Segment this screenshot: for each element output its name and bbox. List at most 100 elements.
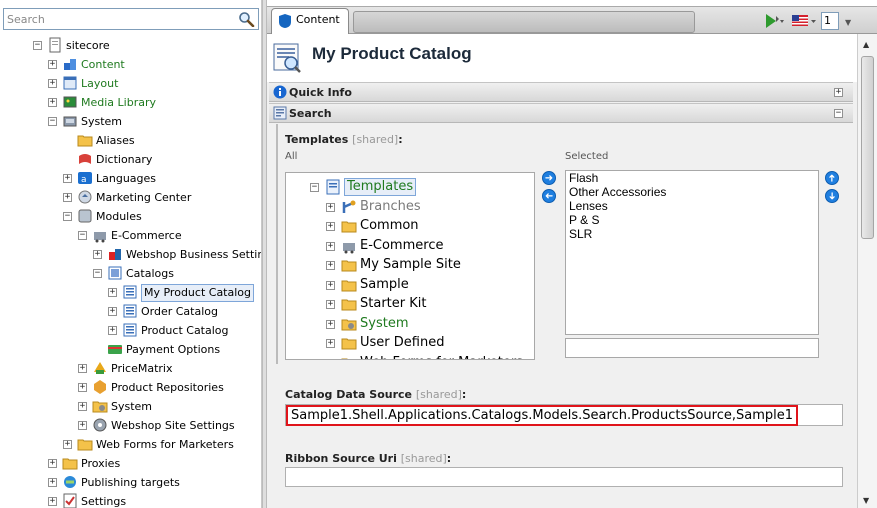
template-tree-node[interactable]: + Sample: [286, 275, 534, 294]
section-search[interactable]: Search −: [269, 103, 853, 123]
expand-icon[interactable]: +: [326, 339, 335, 348]
template-tree-node[interactable]: + Common: [286, 216, 534, 235]
tree-node[interactable]: + Product Catalog: [0, 321, 261, 340]
expand-icon[interactable]: +: [326, 280, 335, 290]
scroll-down-icon[interactable]: ▼: [863, 496, 869, 505]
expand-icon[interactable]: +: [326, 319, 335, 329]
selected-filter-input[interactable]: [565, 338, 819, 358]
expand-icon[interactable]: +: [48, 98, 57, 107]
expand-icon[interactable]: +: [63, 193, 72, 202]
tree-node[interactable]: + a Languages: [0, 169, 261, 188]
expand-icon[interactable]: +: [108, 326, 117, 335]
expand-icon[interactable]: +: [48, 79, 57, 88]
tree-node[interactable]: + Content: [0, 55, 261, 74]
tree-node[interactable]: + Layout: [0, 74, 261, 93]
template-tree-node[interactable]: + Web Forms for Marketers: [286, 353, 534, 359]
template-tree-node[interactable]: + My Sample Site: [286, 255, 534, 274]
collapse-icon[interactable]: −: [48, 117, 57, 126]
search-icon[interactable]: [238, 11, 255, 28]
collapse-icon[interactable]: −: [834, 109, 843, 118]
expand-icon[interactable]: +: [78, 383, 87, 392]
folder-icon: [341, 355, 357, 359]
expand-icon[interactable]: +: [48, 478, 57, 487]
template-tree-node[interactable]: + User Defined: [286, 333, 534, 352]
tree-node[interactable]: − System: [0, 112, 261, 131]
editor-scrollbar[interactable]: ▲ ▼: [857, 34, 877, 508]
chevron-down-icon[interactable]: ▼: [845, 18, 851, 27]
tree-node[interactable]: + Proxies: [0, 454, 261, 473]
collapse-icon[interactable]: −: [33, 41, 42, 50]
tree-node-label: sitecore: [66, 39, 110, 52]
tree-node[interactable]: − E-Commerce: [0, 226, 261, 245]
tree-node[interactable]: + My Product Catalog: [0, 283, 261, 302]
expand-icon[interactable]: +: [78, 364, 87, 373]
tree-node[interactable]: + Web Forms for Marketers: [0, 435, 261, 454]
expand-icon[interactable]: +: [93, 250, 102, 259]
tree-node[interactable]: − Modules: [0, 207, 261, 226]
expand-icon[interactable]: +: [326, 358, 335, 359]
catalog-data-source-input[interactable]: Sample1.Shell.Applications.Catalogs.Mode…: [285, 404, 843, 426]
expand-icon[interactable]: +: [63, 440, 72, 449]
tree-node[interactable]: + Media Library: [0, 93, 261, 112]
expand-icon[interactable]: +: [834, 88, 843, 97]
expand-icon[interactable]: +: [78, 421, 87, 430]
tree-node[interactable]: − Catalogs: [0, 264, 261, 283]
tree-search-input[interactable]: [7, 11, 232, 27]
collapse-icon[interactable]: −: [78, 231, 87, 240]
expand-icon[interactable]: +: [48, 497, 57, 506]
tree-node[interactable]: + Publishing targets: [0, 473, 261, 492]
tab-content[interactable]: Content: [271, 8, 349, 34]
template-tree-node[interactable]: + Starter Kit: [286, 294, 534, 313]
collapse-icon[interactable]: −: [93, 269, 102, 278]
tree-node[interactable]: + Order Catalog: [0, 302, 261, 321]
selected-item[interactable]: Other Accessories: [566, 185, 818, 199]
selected-list[interactable]: Flash Other Accessories Lenses P & S SLR: [565, 170, 819, 335]
template-tree-node[interactable]: − Templates: [286, 177, 534, 196]
expand-icon[interactable]: +: [326, 222, 335, 231]
expand-icon[interactable]: +: [78, 402, 87, 411]
arrow-right-icon[interactable]: ➜: [542, 171, 556, 185]
tree-node[interactable]: Aliases: [0, 131, 261, 150]
tree-node[interactable]: + System: [0, 397, 261, 416]
scroll-up-icon[interactable]: ▲: [863, 40, 869, 49]
system-folder-icon: [341, 316, 357, 332]
scrollbar-thumb[interactable]: [861, 56, 874, 239]
flag-icon[interactable]: [791, 12, 817, 33]
expand-icon[interactable]: +: [108, 288, 117, 297]
language-version-dropdown[interactable]: 1: [821, 12, 839, 30]
section-quick-info[interactable]: Quick Info +: [269, 82, 853, 102]
template-tree-node[interactable]: + E-Commerce: [286, 236, 534, 255]
tree-node[interactable]: + Settings: [0, 492, 261, 508]
selected-item[interactable]: P & S: [566, 213, 818, 227]
arrow-left-icon[interactable]: ➜: [542, 189, 556, 203]
tree-node[interactable]: + Webshop Business Setting: [0, 245, 261, 264]
navigate-icon[interactable]: [763, 12, 785, 33]
tree-node[interactable]: + Marketing Center: [0, 188, 261, 207]
expand-icon[interactable]: +: [63, 174, 72, 183]
tree-node[interactable]: + PriceMatrix: [0, 359, 261, 378]
expand-icon[interactable]: +: [326, 261, 335, 270]
selected-item[interactable]: Lenses: [566, 199, 818, 213]
selected-item[interactable]: SLR: [566, 227, 818, 241]
expand-icon[interactable]: +: [48, 60, 57, 69]
expand-icon[interactable]: +: [326, 202, 335, 212]
template-tree-node[interactable]: + Branches: [286, 197, 534, 216]
tree-node[interactable]: Payment Options: [0, 340, 261, 359]
expand-icon[interactable]: +: [326, 300, 335, 309]
tree-node[interactable]: + Product Repositories: [0, 378, 261, 397]
template-tree-node[interactable]: + System: [286, 314, 534, 333]
collapse-icon[interactable]: −: [310, 183, 319, 192]
tree-node[interactable]: − sitecore: [0, 36, 261, 55]
ribbon-source-uri-input[interactable]: [285, 467, 843, 487]
collapse-icon[interactable]: −: [63, 212, 72, 221]
expand-icon[interactable]: +: [326, 241, 335, 251]
arrow-down-icon[interactable]: ➜: [825, 189, 839, 203]
tree-node[interactable]: + Webshop Site Settings: [0, 416, 261, 435]
selected-item[interactable]: Flash: [566, 171, 818, 185]
expand-icon[interactable]: +: [48, 459, 57, 468]
templates-tree-box[interactable]: − Templates + Branches + Common + E-Commerce + My…: [285, 172, 535, 360]
item-title: My Product Catalog: [312, 44, 472, 63]
arrow-up-icon[interactable]: ➜: [825, 171, 839, 185]
tree-node[interactable]: Dictionary: [0, 150, 261, 169]
expand-icon[interactable]: +: [108, 307, 117, 316]
